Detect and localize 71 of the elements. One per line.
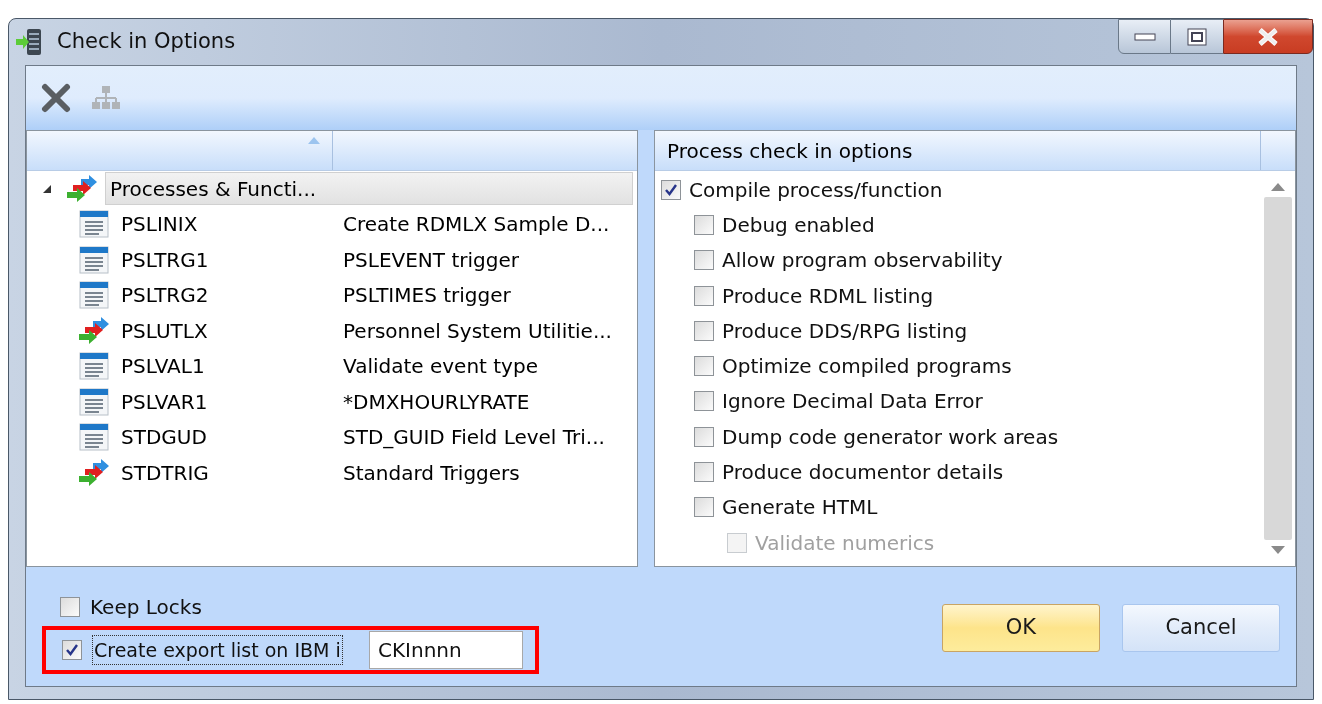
option-label: Compile process/function — [689, 176, 943, 204]
tree-item[interactable]: PSLUTLX — [117, 314, 212, 348]
check-icon — [664, 182, 678, 197]
ok-button[interactable]: OK — [942, 604, 1100, 652]
column-header: Process check in options — [655, 131, 1261, 170]
description-cell-text: PSLEVENT trigger — [342, 246, 519, 274]
tree-item[interactable]: PSLINIX — [117, 207, 202, 241]
option-label: Dump code generator work areas — [722, 423, 1059, 451]
option-label: Allow program observability — [722, 247, 1003, 275]
option-label: Produce documentor details — [722, 459, 1004, 486]
checkbox[interactable] — [694, 497, 714, 518]
input-field[interactable]: CKInnnn — [369, 631, 523, 669]
checkbox[interactable] — [694, 462, 714, 482]
checkbox[interactable] — [62, 640, 82, 660]
description-cell-text: STD_GUID Field Level Tri... — [342, 424, 605, 452]
list-icon — [79, 245, 109, 274]
close-icon — [41, 83, 71, 113]
scroll-down-icon — [1271, 546, 1285, 554]
list-icon — [79, 281, 109, 310]
option-label: Generate HTML — [722, 494, 878, 522]
sort-arrow-icon[interactable] — [308, 137, 320, 144]
checkbox[interactable] — [694, 320, 714, 341]
tree-item[interactable]: PSLVAR1 — [117, 385, 212, 419]
description-cell-text: Create RDMLX Sample D... — [342, 211, 610, 239]
option-label: Produce RDML listing — [722, 282, 934, 310]
checkbox[interactable] — [661, 179, 681, 200]
list-icon — [79, 352, 109, 381]
minimize-icon — [1133, 32, 1156, 41]
close-icon — [1257, 27, 1279, 46]
checkbox[interactable] — [694, 285, 714, 306]
description-cell-text: Personnel System Utilitie... — [342, 317, 612, 345]
maximize-icon — [1187, 27, 1207, 46]
option-label: Produce DDS/RPG listing — [722, 317, 968, 345]
description-cell-text: PSLTIMES trigger — [342, 282, 511, 310]
window-title: Check in Options — [57, 28, 236, 56]
checkbox[interactable] — [694, 356, 714, 377]
scroll-up-icon — [1271, 183, 1285, 191]
list-icon — [79, 423, 109, 452]
check-icon — [65, 643, 79, 657]
option-label: Validate numerics — [755, 529, 935, 557]
tree-item[interactable]: PSLVAL1 — [117, 349, 209, 383]
tree-item[interactable]: STDTRIG — [117, 456, 213, 490]
description-cell-text: Standard Triggers — [342, 459, 520, 487]
hierarchy-icon — [91, 84, 121, 112]
checkbox[interactable] — [694, 250, 714, 271]
list-icon — [79, 210, 109, 239]
delete-button[interactable] — [40, 82, 72, 114]
option-label: Ignore Decimal Data Error — [722, 388, 983, 416]
maximize-button[interactable] — [1171, 19, 1223, 54]
minimize-button[interactable] — [1118, 19, 1171, 54]
checkbox[interactable] — [694, 391, 714, 412]
checkbox[interactable] — [694, 426, 714, 447]
checkbox[interactable] — [60, 597, 80, 617]
arrows-icon — [79, 458, 109, 487]
option-label: Optimize compiled programs — [722, 353, 1012, 381]
arrows-icon — [79, 316, 109, 345]
scrollbar-thumb[interactable] — [1264, 197, 1292, 540]
tree-item[interactable]: Processes & Functi... — [105, 172, 633, 206]
description-cell-text: *DMXHOURLYRATE — [342, 388, 530, 416]
arrows-icon — [67, 174, 97, 203]
description-cell-text: Validate event type — [342, 353, 538, 381]
option-label: Debug enabled — [722, 211, 875, 239]
checkbox-label: Create export list on IBM i — [92, 634, 343, 666]
tree-item[interactable]: STDGUD — [117, 420, 211, 454]
tree-item[interactable]: PSLTRG2 — [117, 278, 213, 312]
cancel-button[interactable]: Cancel — [1122, 604, 1280, 652]
checkbox[interactable] — [694, 214, 714, 235]
checkbox-label: Keep Locks — [90, 594, 202, 621]
list-icon — [79, 387, 109, 416]
close-button[interactable] — [1223, 19, 1313, 54]
tree-item[interactable]: PSLTRG1 — [117, 243, 213, 277]
